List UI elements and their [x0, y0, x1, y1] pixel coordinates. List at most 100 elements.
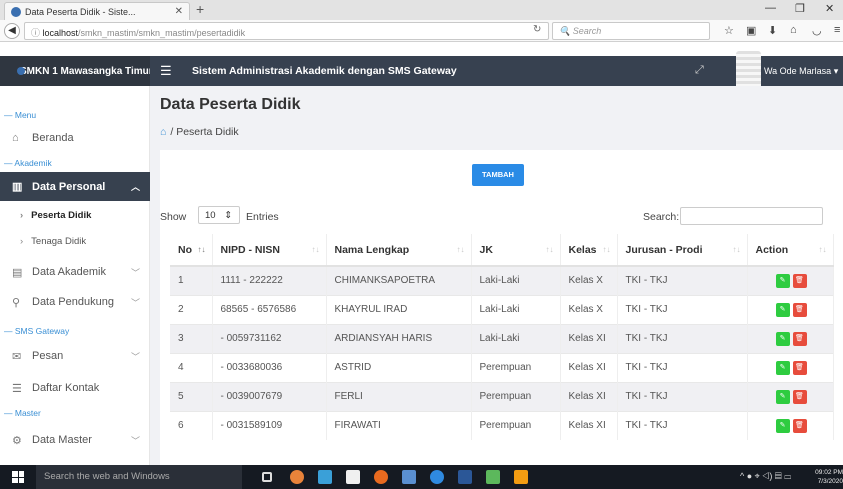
- table-search-input[interactable]: [680, 207, 823, 225]
- sidebar-item-data-pendukung[interactable]: ⚲ Data Pendukung ﹀: [0, 288, 150, 316]
- reload-icon[interactable]: ↻: [533, 24, 541, 35]
- word-icon[interactable]: [458, 470, 472, 484]
- system-tray[interactable]: ^ ● ⌖ ◁) ▤ ▭: [740, 471, 791, 482]
- close-tab-icon[interactable]: ✕: [175, 6, 183, 17]
- sidebar-subitem-tenaga-didik[interactable]: › Tenaga Didik: [0, 236, 150, 247]
- add-button[interactable]: TAMBAH: [472, 164, 524, 186]
- app-icon[interactable]: [486, 470, 500, 484]
- fullscreen-icon[interactable]: ⤢: [695, 64, 704, 77]
- edit-button[interactable]: ✎: [775, 273, 790, 288]
- cell-kelas: Kelas XI: [560, 352, 618, 382]
- app-icon[interactable]: [514, 470, 528, 484]
- window-close-icon[interactable]: ✕: [825, 2, 834, 15]
- brand[interactable]: SMKN 1 Mawasangka Timur: [0, 56, 153, 86]
- show-label: Show: [160, 211, 187, 223]
- breadcrumb-home-icon[interactable]: ⌂: [160, 126, 166, 138]
- back-icon[interactable]: ◀: [4, 23, 20, 39]
- column-header-nipd[interactable]: NIPD - NISN ↑↓: [212, 234, 327, 267]
- browser-tab[interactable]: Data Peserta Didik - Siste... ✕: [4, 2, 190, 20]
- minimize-icon[interactable]: —: [765, 2, 776, 14]
- sidebar-item-data-personal[interactable]: ▥ Data Personal ︿: [0, 172, 150, 201]
- windows-start-icon[interactable]: [12, 471, 24, 483]
- sidebar-item-pesan[interactable]: ✉ Pesan ﹀: [0, 342, 150, 370]
- url-path: /smkn_mastim/smkn_mastim/pesertadidik: [78, 28, 246, 38]
- edge-icon[interactable]: [430, 470, 444, 484]
- list-lines-icon: ☰: [12, 382, 22, 395]
- chevron-right-icon: ›: [20, 210, 24, 221]
- brand-name: SMKN 1 Mawasangka Timur: [20, 65, 153, 77]
- cell-action: ✎ 🗑: [747, 294, 834, 324]
- sidebar-item-daftar-kontak[interactable]: ☰ Daftar Kontak: [0, 374, 150, 402]
- cell-jurusan: TKI - TKJ: [617, 265, 748, 295]
- user-menu[interactable]: Wa Ode Marlasa ▾: [764, 66, 838, 77]
- clock-date: 7/3/2020: [817, 478, 843, 485]
- clock[interactable]: 09:02 PM 7/3/2020: [808, 468, 843, 486]
- delete-button[interactable]: 🗑: [792, 273, 807, 288]
- column-header-jk[interactable]: JK ↑↓: [471, 234, 561, 267]
- delete-button[interactable]: 🗑: [792, 389, 807, 404]
- table-row: 6 - 0031589109 FIRAWATI Perempuan Kelas …: [170, 410, 834, 440]
- sidebar-subitem-peserta-didik[interactable]: › Peserta Didik: [0, 210, 150, 221]
- sidebar-item-label: Data Akademik: [32, 266, 106, 278]
- home-outline-icon: ⌂: [12, 132, 19, 144]
- column-header-no[interactable]: No ↑↓: [170, 234, 213, 267]
- maximize-icon[interactable]: ❐: [795, 2, 805, 15]
- cell-no: 4: [170, 352, 213, 382]
- section-sms-gateway: — SMS Gateway: [4, 326, 70, 336]
- edit-button[interactable]: ✎: [775, 389, 790, 404]
- app-icon[interactable]: [318, 470, 332, 484]
- app-icon[interactable]: [290, 470, 304, 484]
- home-icon[interactable]: ⌂: [790, 24, 797, 36]
- pocket-icon[interactable]: ◡: [812, 24, 822, 37]
- hamburger-menu-icon[interactable]: ☰: [160, 63, 172, 79]
- data-card: TAMBAH Show 10 ⇕ Entries Search: No ↑↓ NI…: [160, 150, 843, 465]
- sidebar-item-beranda[interactable]: ⌂ Beranda: [0, 124, 150, 152]
- cell-no: 5: [170, 381, 213, 411]
- delete-button[interactable]: 🗑: [792, 418, 807, 433]
- store-icon[interactable]: [346, 470, 360, 484]
- menu-icon[interactable]: ≡: [834, 24, 840, 36]
- bookmark-star-icon[interactable]: ☆: [724, 24, 734, 37]
- delete-button[interactable]: 🗑: [792, 360, 807, 375]
- chevron-right-icon: ›: [20, 236, 24, 247]
- sidebar: — Menu ⌂ Beranda — Akademik ▥ Data Perso…: [0, 86, 150, 465]
- download-icon[interactable]: ⬇: [768, 24, 777, 37]
- delete-button[interactable]: 🗑: [792, 331, 807, 346]
- cell-nama: KHAYRUL IRAD: [326, 294, 472, 324]
- edit-button[interactable]: ✎: [775, 302, 790, 317]
- avatar[interactable]: [736, 51, 761, 91]
- url-bar[interactable]: ⓘ localhost/smkn_mastim/smkn_mastim/pese…: [24, 22, 549, 40]
- favicon-icon: [11, 6, 21, 17]
- column-header-action[interactable]: Action ↑↓: [747, 234, 834, 267]
- column-header-jurusan[interactable]: Jurusan - Prodi ↑↓: [617, 234, 748, 267]
- cell-nipd: - 0059731162: [212, 323, 327, 353]
- table-row: 1 1111 - 222222 CHIMANKSAPOETRA Laki-Lak…: [170, 265, 834, 295]
- entries-select[interactable]: 10 ⇕: [198, 206, 240, 224]
- section-akademik: — Akademik: [4, 158, 52, 168]
- top-bar: ☰ Sistem Administrasi Akademik dengan SM…: [150, 51, 843, 91]
- taskbar-search-input[interactable]: Search the web and Windows: [36, 465, 242, 489]
- edit-button[interactable]: ✎: [775, 331, 790, 346]
- page-title: Data Peserta Didik: [160, 96, 301, 113]
- cell-kelas: Kelas XI: [560, 381, 618, 411]
- reading-list-icon[interactable]: ▣: [746, 24, 756, 37]
- app-icon[interactable]: [402, 470, 416, 484]
- browser-search-input[interactable]: 🔍 Search: [552, 22, 710, 40]
- edit-button[interactable]: ✎: [775, 360, 790, 375]
- chevron-down-icon: ﹀: [130, 351, 140, 362]
- browser-nav-bar: ◀ ⓘ localhost/smkn_mastim/smkn_mastim/pe…: [0, 20, 843, 42]
- sidebar-item-label: Pesan: [32, 350, 64, 362]
- sidebar-item-data-master[interactable]: ⚙ Data Master ﹀: [0, 426, 150, 454]
- cell-no: 1: [170, 265, 213, 295]
- task-view-icon[interactable]: [262, 472, 272, 482]
- clock-time: 09:02 PM: [815, 469, 843, 476]
- edit-button[interactable]: ✎: [775, 418, 790, 433]
- gear-icon: ⚙: [12, 434, 22, 447]
- sidebar-item-data-akademik[interactable]: ▤ Data Akademik ﹀: [0, 258, 150, 286]
- firefox-icon[interactable]: [374, 470, 388, 484]
- delete-button[interactable]: 🗑: [792, 302, 807, 317]
- new-tab-icon[interactable]: +: [196, 1, 204, 17]
- column-header-nama[interactable]: Nama Lengkap ↑↓: [326, 234, 472, 267]
- column-header-kelas[interactable]: Kelas ↑↓: [560, 234, 618, 267]
- cell-action: ✎ 🗑: [747, 410, 834, 440]
